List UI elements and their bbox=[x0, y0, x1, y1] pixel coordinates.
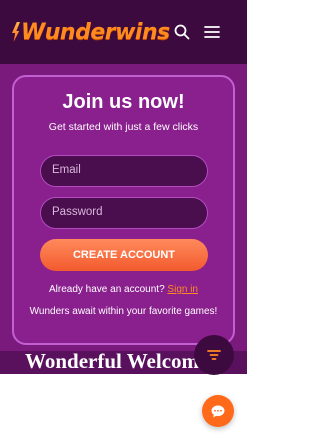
password-field[interactable]: Password bbox=[40, 197, 208, 229]
search-icon bbox=[174, 24, 190, 40]
sign-in-link[interactable]: Sign in bbox=[167, 284, 198, 295]
hamburger-menu-icon bbox=[204, 26, 220, 38]
already-have-account-text: Already have an account? bbox=[49, 284, 165, 295]
search-button[interactable] bbox=[170, 20, 194, 44]
logo-text: Wunderwins bbox=[21, 19, 170, 45]
signup-title: Join us now! bbox=[62, 91, 185, 113]
email-field[interactable]: Email bbox=[40, 155, 208, 187]
welcome-heading: Wonderful Welcome bbox=[25, 351, 209, 373]
email-placeholder: Email bbox=[52, 164, 81, 176]
signup-card: Join us now! Get started with just a few… bbox=[12, 75, 235, 345]
signup-tagline: Wunders await within your favorite games… bbox=[29, 306, 218, 317]
signup-subtitle: Get started with just a few clicks bbox=[48, 121, 199, 133]
lightning-bolt-icon bbox=[12, 22, 20, 42]
hero-section: Join us now! Get started with just a few… bbox=[0, 64, 247, 374]
filter-button[interactable] bbox=[194, 335, 234, 375]
password-placeholder: Password bbox=[52, 206, 103, 218]
site-header: Wunderwins bbox=[0, 0, 247, 64]
chat-icon bbox=[211, 405, 225, 417]
signin-prompt: Already have an account? Sign in bbox=[14, 284, 233, 295]
menu-button[interactable] bbox=[200, 20, 224, 44]
brand-logo[interactable]: Wunderwins bbox=[12, 16, 170, 48]
filter-icon bbox=[207, 350, 221, 360]
chat-button[interactable] bbox=[202, 395, 234, 427]
create-account-button[interactable]: CREATE ACCOUNT bbox=[40, 239, 208, 271]
